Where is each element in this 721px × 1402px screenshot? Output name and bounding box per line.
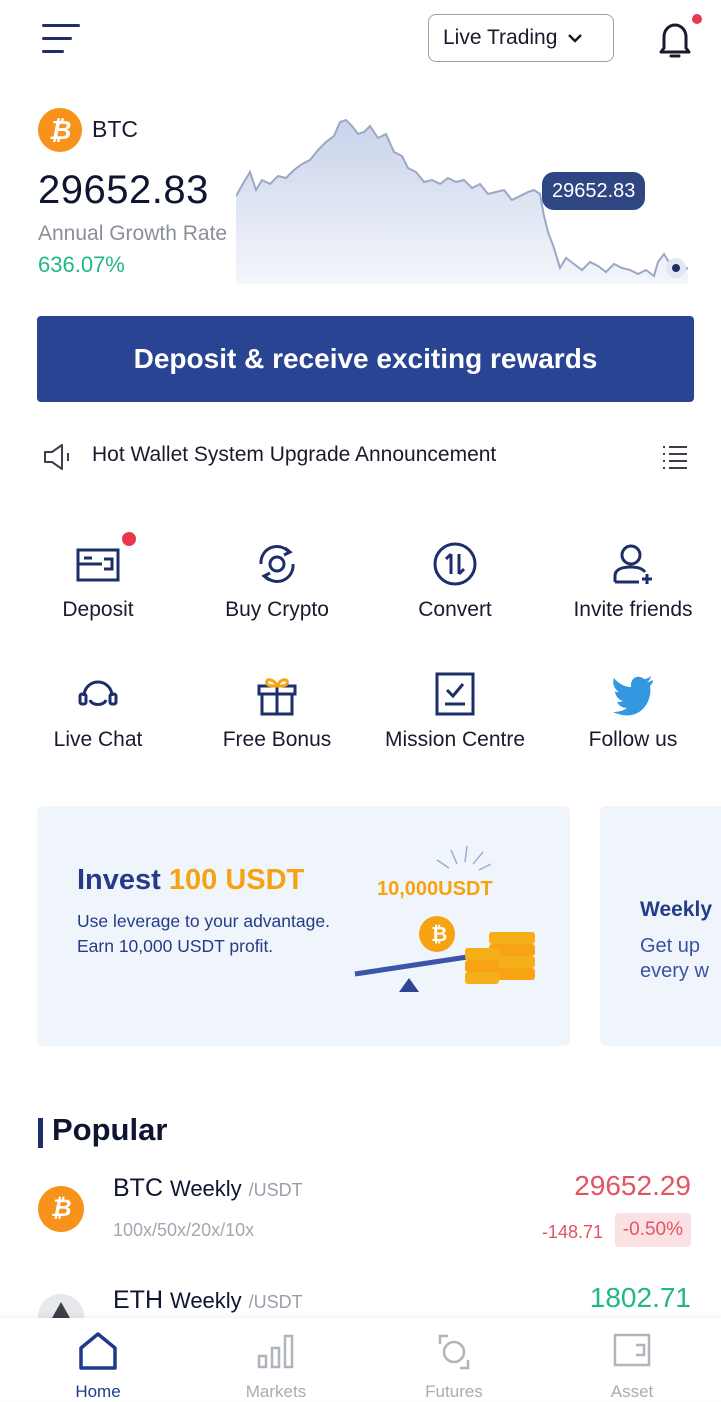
bottom-navigation: Home Markets Futures Asset [0, 1318, 721, 1401]
chevron-down-icon [568, 34, 583, 43]
coins-seesaw-illustration: ₿ [354, 845, 535, 992]
promo-title-prefix: Invest [77, 864, 161, 896]
btc-logo-icon: ₿ [38, 108, 82, 152]
shortcut-label: Live Chat [53, 728, 143, 751]
nav-label: Futures [425, 1382, 483, 1401]
notification-dot [692, 14, 702, 24]
markets-icon [257, 1334, 294, 1369]
futures-icon [438, 1334, 470, 1370]
contract-period: Weekly [169, 1288, 242, 1313]
sparkline-end-dot [672, 264, 680, 272]
shortcut-mission-centre[interactable]: Mission Centre [370, 670, 540, 780]
shortcut-label: Deposit [62, 598, 134, 621]
coin-symbol: ETH [113, 1286, 163, 1314]
convert-icon [433, 542, 477, 586]
buy-crypto-icon [259, 545, 295, 583]
trading-mode-label: Live Trading [443, 26, 558, 49]
nav-home[interactable]: Home [38, 1318, 158, 1401]
price-change: -148.71 [541, 1222, 603, 1242]
percent-change-badge: -0.50% [614, 1213, 691, 1247]
shortcut-label: Free Bonus [222, 728, 332, 751]
promo-card-invest[interactable]: Invest 100 USDT Use leverage to your adv… [37, 806, 570, 1046]
deposit-icon [76, 548, 120, 582]
nav-markets[interactable]: Markets [216, 1318, 336, 1401]
checklist-icon [435, 672, 475, 716]
shortcut-follow-us[interactable]: Follow us [548, 670, 718, 780]
wallet-icon [613, 1333, 651, 1367]
leverage-options: 100x/50x/20x/10x [113, 1220, 255, 1240]
shortcut-deposit[interactable]: Deposit [13, 532, 183, 650]
promo-title: Weekly [640, 898, 712, 921]
growth-rate-value: 636.07% [38, 252, 125, 277]
menu-button[interactable] [40, 20, 82, 56]
btc-coin-icon: ₿ [38, 1186, 84, 1232]
announcement-text[interactable]: Hot Wallet System Upgrade Announcement [92, 443, 496, 467]
shortcut-label: Mission Centre [384, 728, 526, 751]
market-row-btc[interactable]: ₿ BTC Weekly /USDT 100x/50x/20x/10x 2965… [0, 1168, 721, 1268]
growth-rate-label: Annual Growth Rate [38, 222, 228, 245]
quote-currency: /USDT [248, 1180, 303, 1200]
promo-line: every w [640, 960, 709, 982]
promo-description: Get up every w [640, 934, 709, 984]
chart-price-tag: 29652.83 [542, 172, 646, 210]
shortcut-label: Buy Crypto [225, 598, 329, 621]
twitter-icon [613, 676, 653, 716]
popular-section-title: Popular [52, 1112, 168, 1147]
promo-title-highlight: 100 USDT [168, 864, 305, 896]
menu-line [42, 37, 72, 40]
menu-line [42, 50, 64, 53]
quote-currency: /USDT [248, 1292, 303, 1312]
coin-symbol: BTC [113, 1174, 163, 1202]
market-price: 29652.29 [574, 1170, 691, 1201]
shortcut-free-bonus[interactable]: Free Bonus [192, 670, 362, 780]
invite-friends-icon [613, 544, 652, 584]
list-icon[interactable] [660, 442, 690, 472]
market-price: 1802.71 [589, 1282, 691, 1313]
shortcut-label: Convert [418, 598, 492, 621]
shortcut-live-chat[interactable]: Live Chat [13, 670, 183, 780]
ticker-symbol: BTC [92, 116, 138, 142]
promo-card-weekly[interactable]: Weekly Get up every w [600, 806, 721, 1046]
nav-label: Home [75, 1382, 121, 1401]
shortcut-label: Follow us [588, 728, 678, 751]
gift-icon [257, 678, 297, 716]
promo-line: Get up [640, 935, 701, 957]
market-pair: ETH Weekly /USDT [113, 1286, 303, 1315]
promo-title: Invest 100 USDT [77, 864, 304, 897]
nav-label: Asset [610, 1382, 654, 1401]
market-pair: BTC Weekly /USDT [113, 1174, 303, 1203]
contract-period: Weekly [169, 1176, 242, 1201]
svg-text:₿: ₿ [431, 924, 447, 946]
menu-line [42, 24, 80, 27]
nav-futures[interactable]: Futures [394, 1318, 514, 1401]
headset-icon [78, 680, 118, 706]
section-accent-bar [38, 1118, 43, 1148]
shortcut-convert[interactable]: Convert [370, 540, 540, 650]
shortcut-label: Invite friends [573, 598, 693, 621]
new-badge-dot [122, 532, 136, 546]
market-row-eth[interactable]: ETH Weekly /USDT 1802.71 [0, 1280, 721, 1340]
home-icon [79, 1332, 117, 1370]
trading-mode-select[interactable]: Live Trading [428, 14, 614, 62]
speaker-icon [44, 444, 69, 470]
nav-label: Markets [245, 1382, 307, 1401]
ticker-price: 29652.83 [38, 168, 209, 212]
nav-asset[interactable]: Asset [572, 1318, 692, 1401]
shortcut-invite-friends[interactable]: Invite friends [548, 540, 718, 650]
deposit-rewards-button[interactable]: Deposit & receive exciting rewards [37, 316, 694, 402]
shortcut-buy-crypto[interactable]: Buy Crypto [192, 540, 362, 650]
